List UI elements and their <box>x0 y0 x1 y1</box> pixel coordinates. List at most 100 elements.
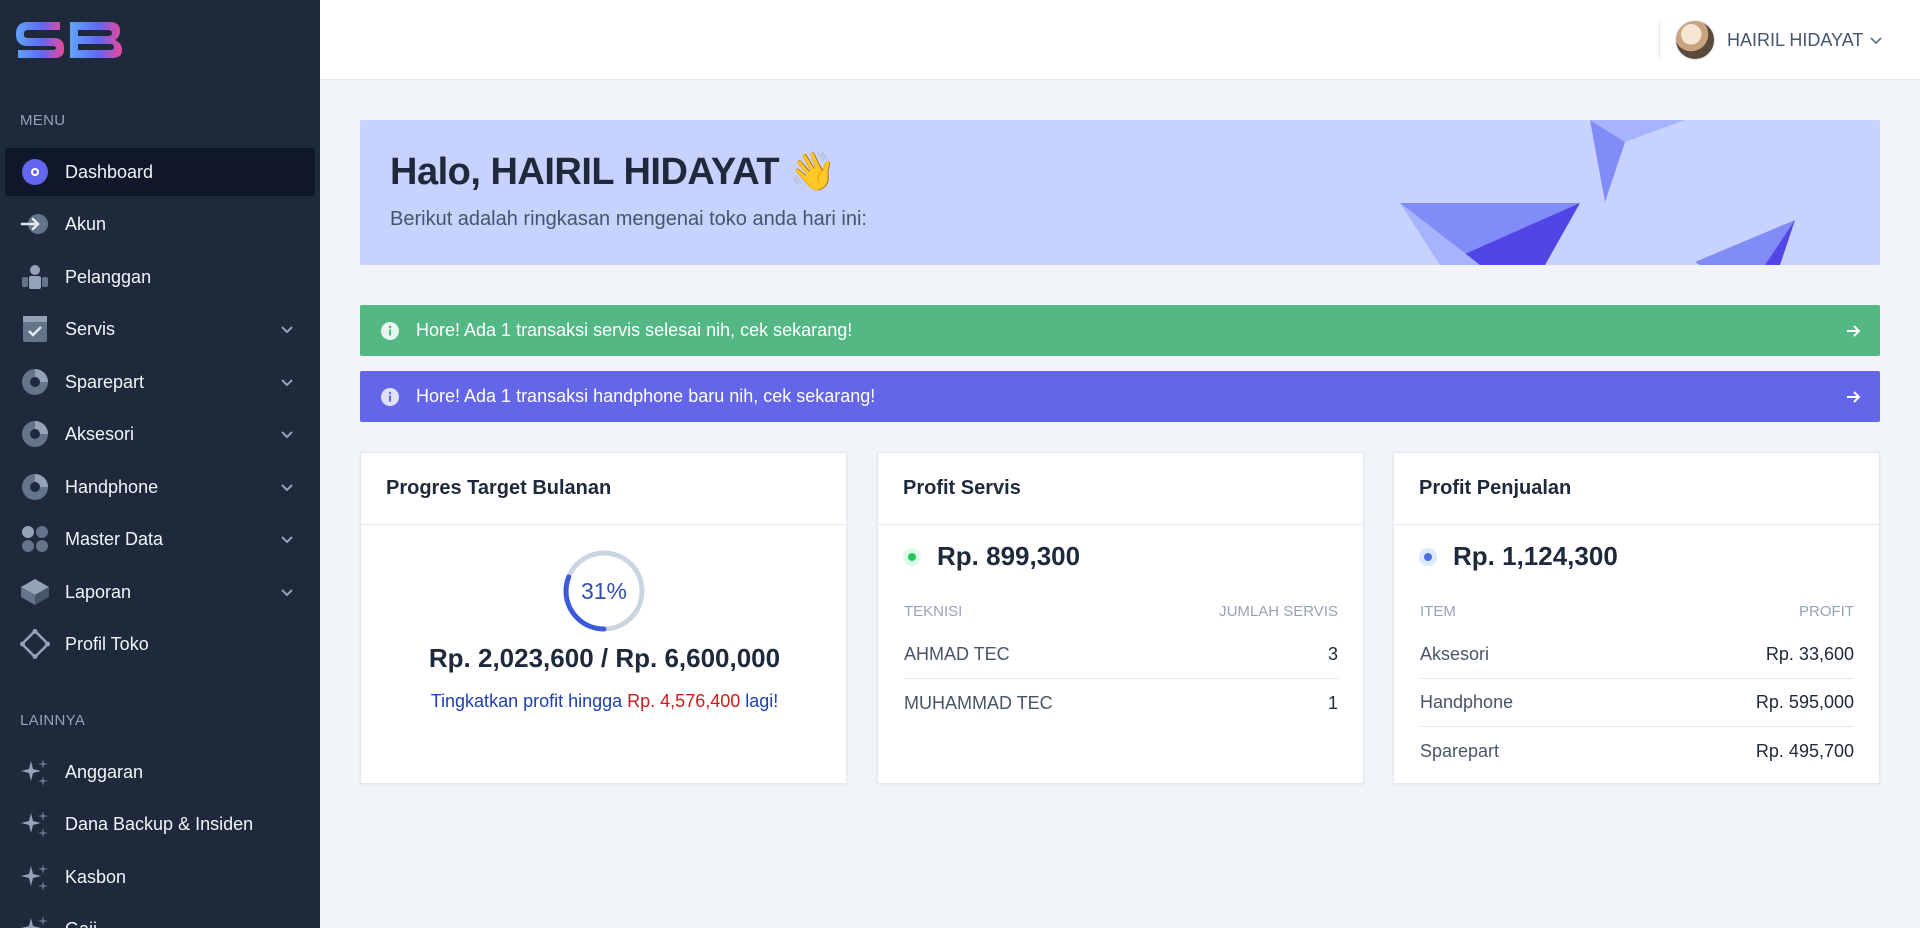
card-target-progress: Progres Target Bulanan 31% Rp. 2,023,600… <box>360 452 847 784</box>
store-diamond-icon <box>19 628 51 660</box>
sidebar: MENU Dashboard Akun Pelanggan Servis Spa… <box>0 0 320 928</box>
profit-total-value: Rp. 899,300 <box>937 541 1081 571</box>
sidebar-item-gaji[interactable]: Gaji <box>5 905 315 928</box>
sparkles-icon <box>19 756 51 788</box>
item-name: Sparepart <box>1420 740 1500 761</box>
layers-icon <box>19 576 51 608</box>
target-note: Tingkatkan profit hingga Rp. 4,576,400 l… <box>361 691 848 712</box>
sidebar-item-label: Akun <box>65 213 107 234</box>
target-amount: Rp. 2,023,600 / Rp. 6,600,000 <box>428 643 781 673</box>
status-dot-icon <box>1419 547 1437 566</box>
chevron-down-icon <box>281 484 293 492</box>
card-title: Profit Servis <box>878 453 1363 525</box>
table-row: AHMAD TEC 3 <box>904 631 1338 679</box>
sidebar-item-kasbon[interactable]: Kasbon <box>5 853 315 901</box>
table-row: Aksesori Rp. 33,600 <box>1420 631 1854 679</box>
pie-chart-icon <box>19 471 51 503</box>
card-profit-servis: Profit Servis Rp. 899,300 TEKNISI JUMLAH… <box>877 452 1364 784</box>
sidebar-item-label: Dashboard <box>65 161 154 182</box>
sidebar-item-label: Pelanggan <box>65 266 152 287</box>
progress-percent: 31% <box>580 577 628 604</box>
card-profit-penjualan: Profit Penjualan Rp. 1,124,300 ITEM PROF… <box>1393 452 1880 784</box>
item-profit: Rp. 495,700 <box>1755 740 1854 761</box>
greeting-title: Halo, HAIRIL HIDAYAT 👋 <box>390 151 836 193</box>
sidebar-item-label: Kasbon <box>65 866 127 887</box>
profit-total: Rp. 1,124,300 <box>1419 541 1618 572</box>
sidebar-item-laporan[interactable]: Laporan <box>5 568 315 616</box>
section-label-menu: MENU <box>20 112 66 129</box>
topbar: HAIRIL HIDAYAT <box>320 0 1920 80</box>
sparkles-icon <box>19 913 51 928</box>
profit-total-value: Rp. 1,124,300 <box>1453 541 1618 571</box>
app-logo[interactable] <box>14 18 124 62</box>
arrow-right-icon <box>1847 324 1861 337</box>
item-profit: Rp. 33,600 <box>1765 644 1854 664</box>
sidebar-item-label: Laporan <box>65 581 132 602</box>
divider <box>1659 22 1660 58</box>
user-name: HAIRIL HIDAYAT <box>1727 29 1864 50</box>
table-header: TEKNISI JUMLAH SERVIS <box>904 603 1338 620</box>
chevron-down-icon <box>281 326 293 334</box>
sidebar-item-label: Servis <box>65 318 116 339</box>
pie-chart-icon <box>19 418 51 450</box>
sidebar-item-label: Sparepart <box>65 371 145 392</box>
status-dot-icon <box>903 547 921 566</box>
grid-dots-icon <box>19 523 51 555</box>
sidebar-item-dana-backup[interactable]: Dana Backup & Insiden <box>5 800 315 848</box>
sidebar-item-master-data[interactable]: Master Data <box>5 515 315 563</box>
sidebar-item-label: Handphone <box>65 476 159 497</box>
chevron-down-icon <box>281 589 293 597</box>
sidebar-item-label: Master Data <box>65 528 164 549</box>
users-icon <box>19 261 51 293</box>
sparkles-icon <box>19 861 51 893</box>
sidebar-item-dashboard[interactable]: Dashboard <box>5 148 315 196</box>
user-menu-button[interactable]: HAIRIL HIDAYAT <box>1675 20 1883 60</box>
dashboard-icon <box>19 156 51 188</box>
profit-total: Rp. 899,300 <box>903 541 1080 572</box>
info-icon <box>381 387 399 406</box>
column-header: JUMLAH SERVIS <box>1219 603 1338 620</box>
clipboard-check-icon <box>19 313 51 345</box>
technician-name: AHMAD TEC <box>904 644 1010 664</box>
column-header: PROFIT <box>1799 603 1854 620</box>
column-header: TEKNISI <box>904 603 963 620</box>
sidebar-item-akun[interactable]: Akun <box>5 200 315 248</box>
column-header: ITEM <box>1420 603 1456 620</box>
chevron-down-icon <box>281 379 293 387</box>
card-title: Progres Target Bulanan <box>361 453 846 525</box>
sidebar-item-anggaran[interactable]: Anggaran <box>5 748 315 796</box>
technician-name: MUHAMMAD TEC <box>904 692 1053 713</box>
section-label-lainnya: LAINNYA <box>20 712 86 729</box>
avatar <box>1675 20 1715 60</box>
sidebar-item-label: Gaji <box>65 919 315 928</box>
sidebar-item-profil-toko[interactable]: Profil Toko <box>5 620 315 668</box>
table-header: ITEM PROFIT <box>1420 603 1854 620</box>
service-count: 3 <box>1327 644 1338 664</box>
target-note-suffix: lagi! <box>740 691 779 711</box>
sidebar-item-pelanggan[interactable]: Pelanggan <box>5 253 315 301</box>
chevron-down-icon <box>281 431 293 439</box>
pie-chart-icon <box>19 366 51 398</box>
sidebar-item-label: Anggaran <box>65 761 144 782</box>
info-icon <box>381 321 399 340</box>
table-row: Sparepart Rp. 495,700 <box>1420 727 1854 775</box>
alert-new-handphone[interactable]: Hore! Ada 1 transaksi handphone baru nih… <box>360 371 1880 422</box>
login-arrow-icon <box>19 208 51 240</box>
arrow-right-icon <box>1847 390 1861 403</box>
item-profit: Rp. 595,000 <box>1755 692 1854 712</box>
alert-servis-done[interactable]: Hore! Ada 1 transaksi servis selesai nih… <box>360 305 1880 356</box>
sidebar-item-label: Profil Toko <box>65 633 149 654</box>
item-name: Aksesori <box>1420 644 1490 664</box>
sidebar-item-sparepart[interactable]: Sparepart <box>5 358 315 406</box>
sidebar-item-label: Dana Backup & Insiden <box>65 813 254 834</box>
sidebar-item-aksesori[interactable]: Aksesori <box>5 410 315 458</box>
target-note-prefix: Tingkatkan profit hingga <box>430 691 628 711</box>
table-row: MUHAMMAD TEC 1 <box>904 679 1338 727</box>
sidebar-item-label: Aksesori <box>65 423 135 444</box>
sidebar-item-servis[interactable]: Servis <box>5 305 315 353</box>
table-row: Handphone Rp. 595,000 <box>1420 679 1854 727</box>
card-title: Profit Penjualan <box>1394 453 1879 525</box>
sidebar-item-handphone[interactable]: Handphone <box>5 463 315 511</box>
chevron-down-icon <box>281 536 293 544</box>
service-count: 1 <box>1327 692 1338 713</box>
